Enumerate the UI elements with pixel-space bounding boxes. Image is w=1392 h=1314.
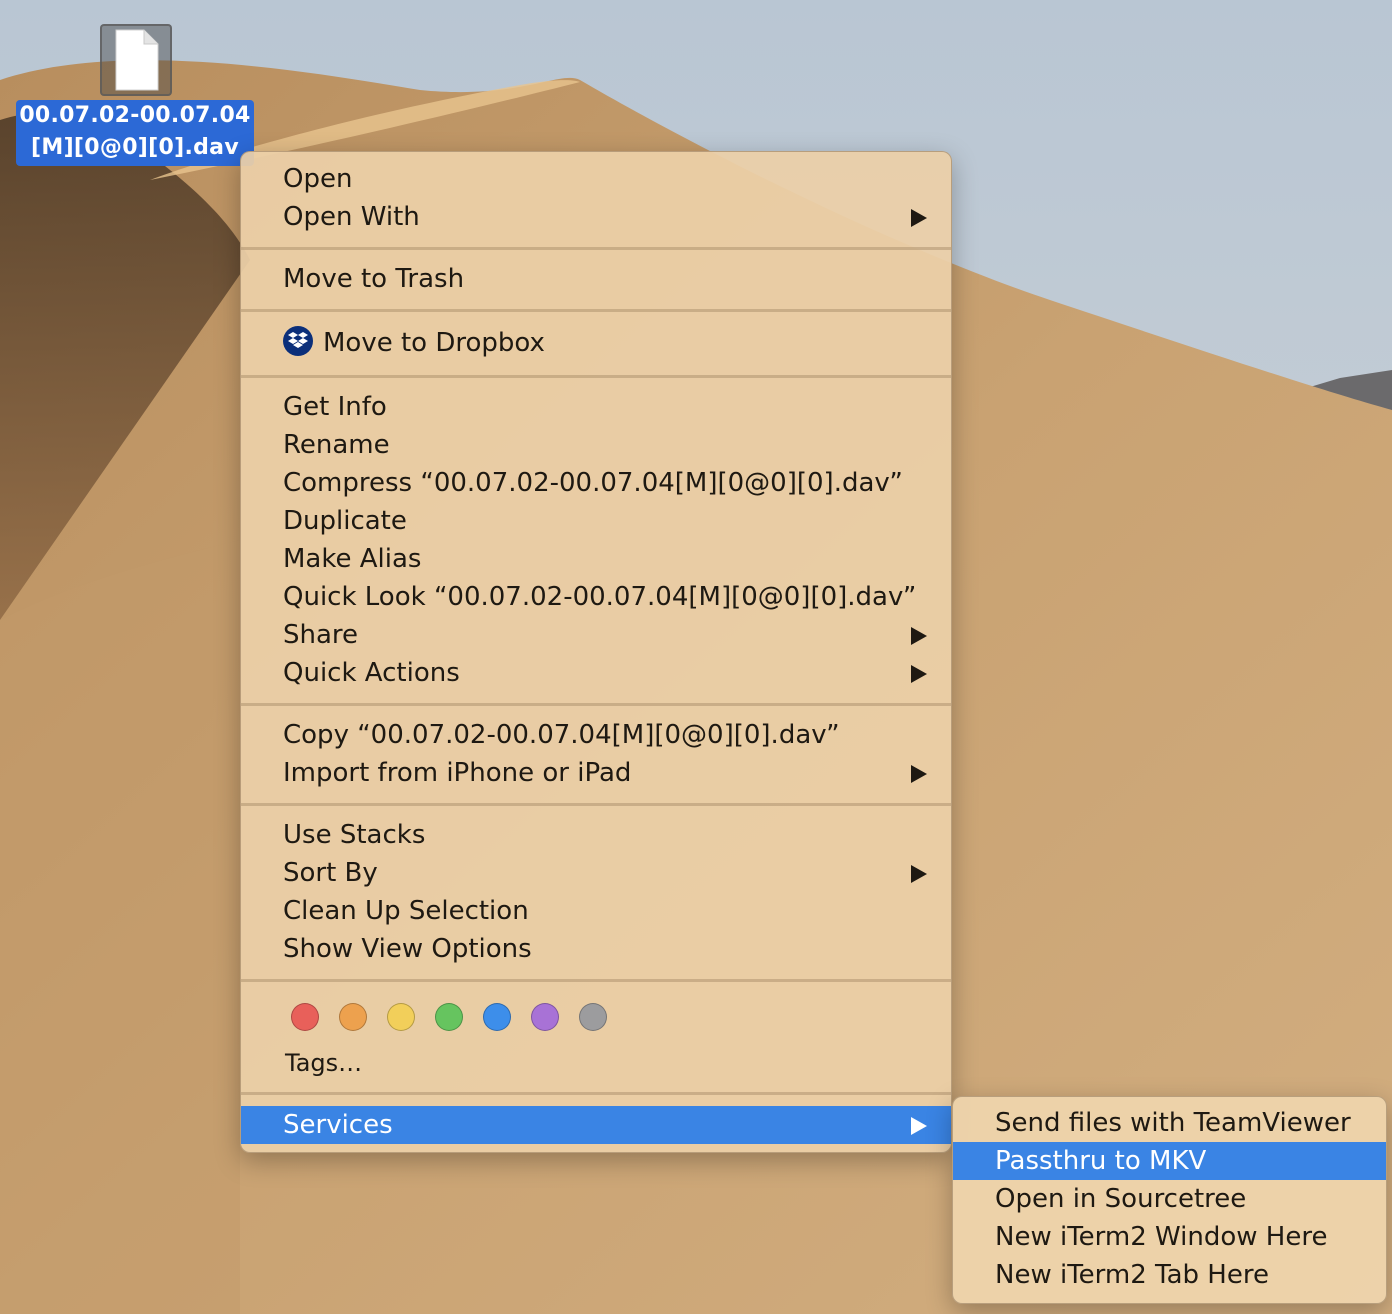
submenu-item-iterm2-window[interactable]: New iTerm2 Window Here [953, 1218, 1386, 1256]
submenu-arrow-icon [911, 627, 927, 645]
menu-separator [241, 703, 951, 706]
menu-item-label: Move to Dropbox [323, 328, 545, 358]
menu-item-get-info[interactable]: Get Info [241, 388, 951, 426]
menu-item-services[interactable]: Services [241, 1106, 951, 1144]
menu-item-label: Get Info [283, 392, 387, 422]
submenu-item-send-teamviewer[interactable]: Send files with TeamViewer [953, 1104, 1386, 1142]
menu-separator [241, 375, 951, 378]
document-icon [115, 29, 159, 91]
menu-item-label: Open With [283, 202, 420, 232]
menu-item-label: Share [283, 620, 359, 650]
submenu-arrow-icon [911, 209, 927, 227]
submenu-arrow-icon [911, 765, 927, 783]
menu-item-label: Duplicate [283, 506, 407, 536]
menu-item-import-from-iphone[interactable]: Import from iPhone or iPad [241, 754, 951, 792]
menu-item-rename[interactable]: Rename [241, 426, 951, 464]
menu-item-show-view-options[interactable]: Show View Options [241, 930, 951, 968]
submenu-item-passthru-mkv[interactable]: Passthru to MKV [953, 1142, 1386, 1180]
submenu-item-label: New iTerm2 Window Here [995, 1222, 1328, 1252]
menu-separator [241, 803, 951, 806]
menu-item-share[interactable]: Share [241, 616, 951, 654]
menu-item-label: Use Stacks [283, 820, 426, 850]
submenu-item-label: Open in Sourcetree [995, 1184, 1247, 1214]
services-submenu: Send files with TeamViewer Passthru to M… [952, 1096, 1387, 1304]
menu-item-tags[interactable]: Tags… [241, 1044, 951, 1082]
menu-item-compress[interactable]: Compress “00.07.02-00.07.04[M][0@0][0].d… [241, 464, 951, 502]
menu-item-label: Make Alias [283, 544, 422, 574]
menu-item-copy[interactable]: Copy “00.07.02-00.07.04[M][0@0][0].dav” [241, 716, 951, 754]
menu-item-move-to-dropbox[interactable]: Move to Dropbox [241, 324, 951, 362]
menu-item-quick-actions[interactable]: Quick Actions [241, 654, 951, 692]
tag-blue-dot[interactable] [483, 1003, 511, 1031]
menu-separator [241, 979, 951, 982]
menu-item-label: Tags… [285, 1049, 363, 1077]
tag-orange-dot[interactable] [339, 1003, 367, 1031]
menu-item-label: Services [283, 1110, 393, 1140]
tag-red-dot[interactable] [291, 1003, 319, 1031]
submenu-arrow-icon [911, 665, 927, 683]
menu-item-move-to-trash[interactable]: Move to Trash [241, 260, 951, 298]
tag-gray-dot[interactable] [579, 1003, 607, 1031]
menu-separator [241, 309, 951, 312]
menu-item-sort-by[interactable]: Sort By [241, 854, 951, 892]
menu-separator [241, 1092, 951, 1095]
menu-item-open-with[interactable]: Open With [241, 198, 951, 236]
tag-green-dot[interactable] [435, 1003, 463, 1031]
submenu-arrow-icon [911, 1117, 927, 1135]
menu-item-label: Clean Up Selection [283, 896, 529, 926]
tag-purple-dot[interactable] [531, 1003, 559, 1031]
file-name-line2: [M][0@0][0].dav [31, 135, 239, 160]
menu-item-label: Compress “00.07.02-00.07.04[M][0@0][0].d… [283, 468, 903, 498]
menu-item-label: Move to Trash [283, 264, 465, 294]
submenu-item-label: Passthru to MKV [995, 1146, 1207, 1176]
submenu-item-iterm2-tab[interactable]: New iTerm2 Tab Here [953, 1256, 1386, 1294]
menu-item-label: Open [283, 164, 353, 194]
menu-item-make-alias[interactable]: Make Alias [241, 540, 951, 578]
dropbox-icon [283, 325, 313, 356]
menu-item-label: Quick Look “00.07.02-00.07.04[M][0@0][0]… [283, 582, 917, 612]
menu-item-open[interactable]: Open [241, 160, 951, 198]
menu-item-duplicate[interactable]: Duplicate [241, 502, 951, 540]
menu-item-label: Copy “00.07.02-00.07.04[M][0@0][0].dav” [283, 720, 840, 750]
file-name-line1: 00.07.02-00.07.04 [19, 103, 251, 128]
submenu-item-label: New iTerm2 Tab Here [995, 1260, 1269, 1290]
submenu-item-label: Send files with TeamViewer [995, 1108, 1351, 1138]
menu-item-label: Import from iPhone or iPad [283, 758, 632, 788]
submenu-arrow-icon [911, 865, 927, 883]
menu-separator [241, 247, 951, 250]
file-icon-tile[interactable] [100, 24, 172, 96]
menu-item-clean-up-selection[interactable]: Clean Up Selection [241, 892, 951, 930]
menu-item-quick-look[interactable]: Quick Look “00.07.02-00.07.04[M][0@0][0]… [241, 578, 951, 616]
submenu-item-open-sourcetree[interactable]: Open in Sourcetree [953, 1180, 1386, 1218]
menu-item-label: Rename [283, 430, 390, 460]
context-menu: Open Open With Move to Trash Move to Dro… [240, 151, 952, 1153]
menu-item-label: Sort By [283, 858, 378, 888]
menu-item-use-stacks[interactable]: Use Stacks [241, 816, 951, 854]
file-name-label[interactable]: 00.07.02-00.07.04 [M][0@0][0].dav [16, 100, 254, 166]
menu-item-label: Quick Actions [283, 658, 460, 688]
menu-item-label: Show View Options [283, 934, 532, 964]
tag-yellow-dot[interactable] [387, 1003, 415, 1031]
